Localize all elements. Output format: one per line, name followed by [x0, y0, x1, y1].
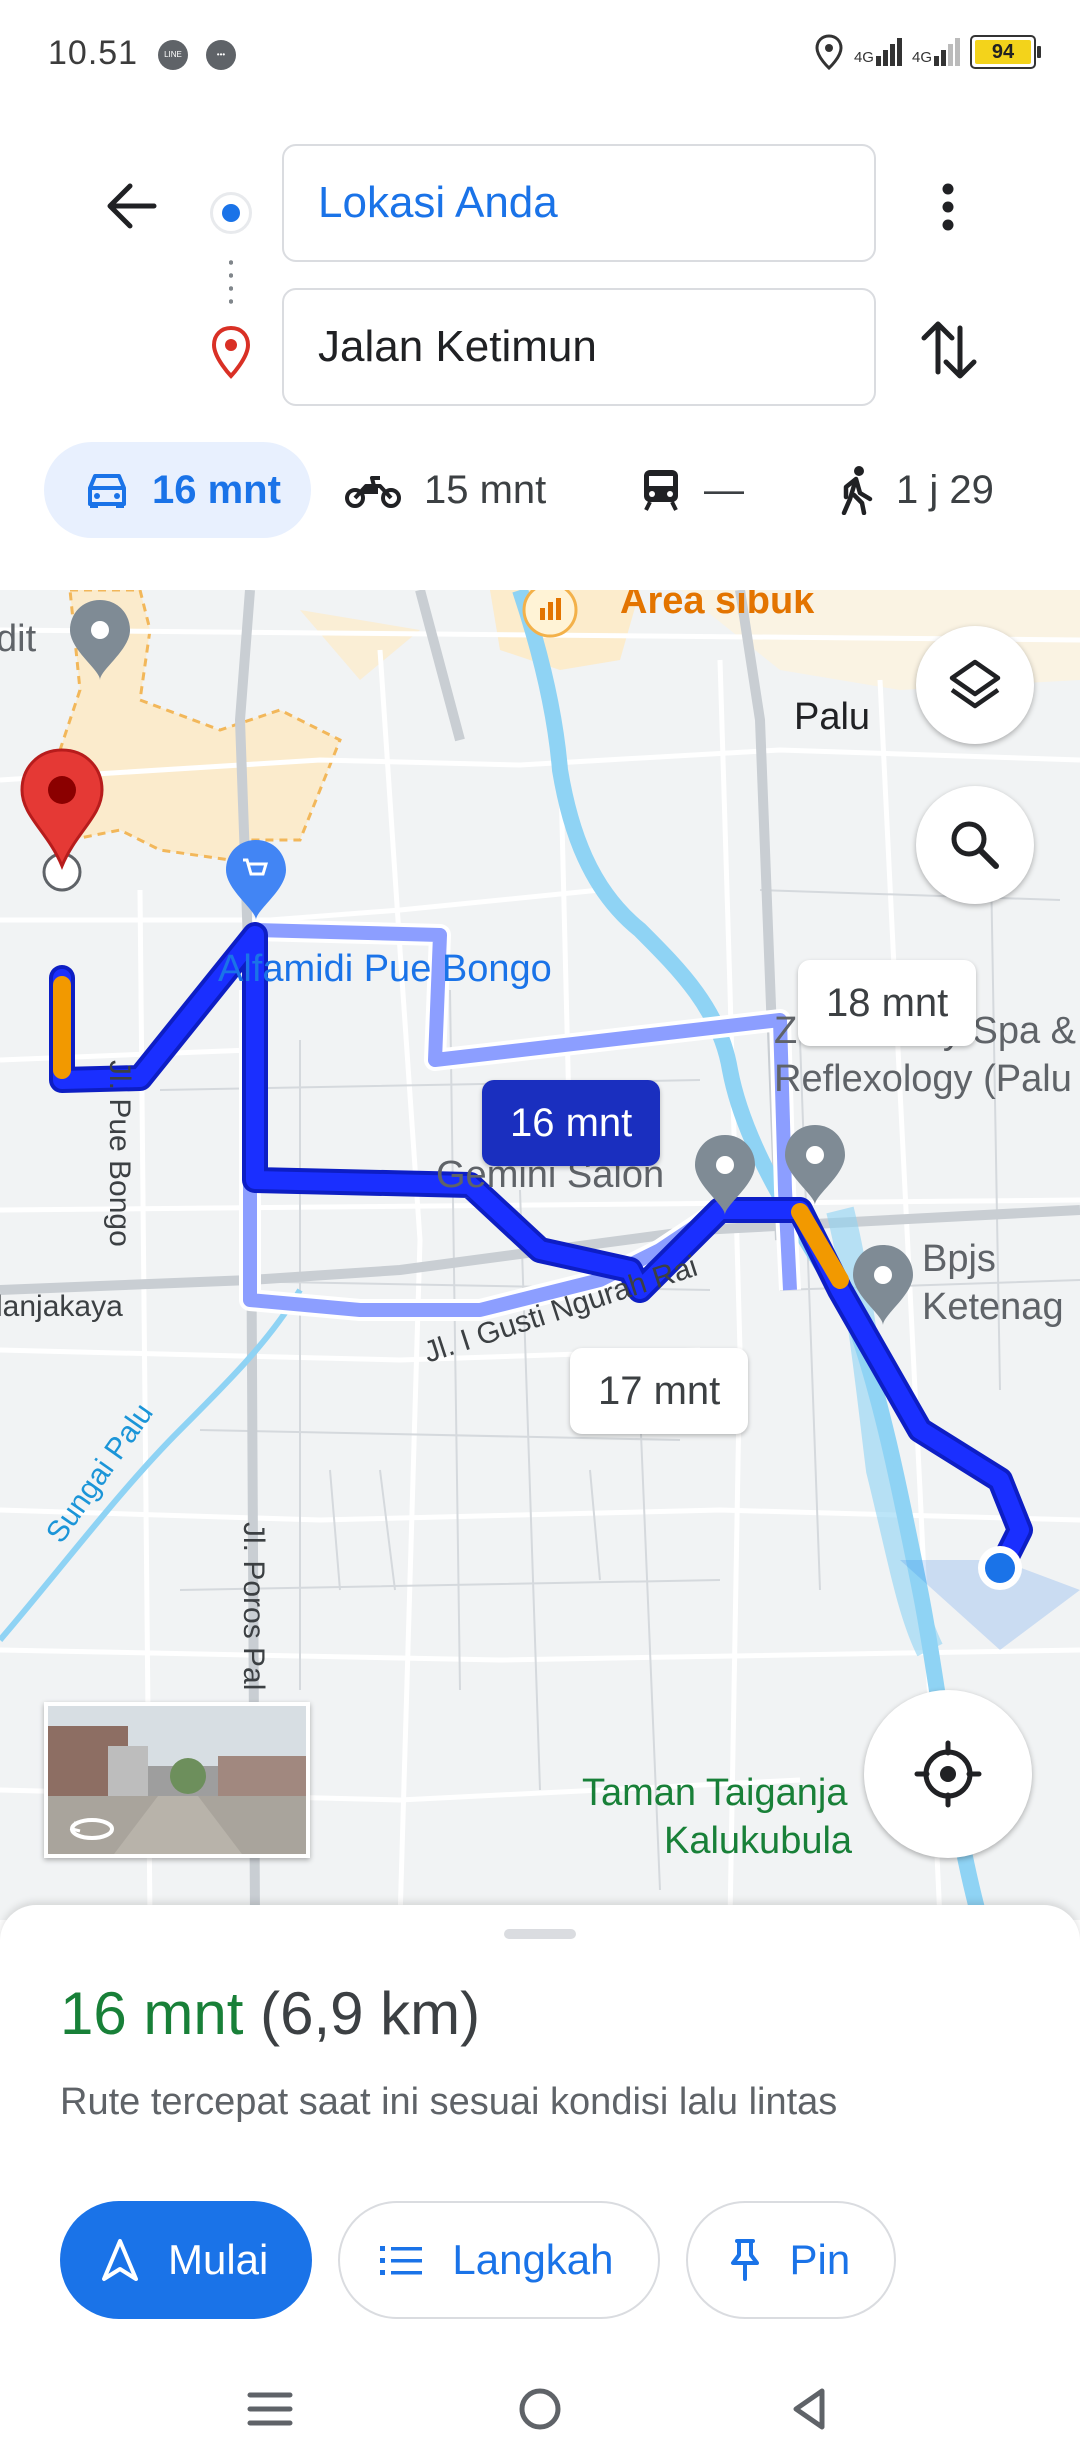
signal-strength-icon-2: 4G: [912, 38, 960, 66]
home-nav-button[interactable]: [510, 2379, 570, 2439]
route-bubble-best[interactable]: 16 mnt: [482, 1080, 661, 1166]
message-notification-icon: •••: [206, 40, 236, 70]
route-connector-dots: [229, 256, 233, 306]
road-label-poros-palu: Jl. Poros Pal: [237, 1522, 270, 1691]
route-actions: Mulai Langkah Pin: [60, 2201, 897, 2319]
tab-driving-label: 16 mnt: [152, 467, 281, 512]
status-indicators: 4G 4G 94: [814, 34, 1041, 70]
signal-strength-icon: 4G: [854, 38, 902, 66]
tab-walking-label: 1 j 29: [896, 467, 994, 512]
route-duration: 16 mnt: [60, 1980, 244, 2047]
poi-label-taman-1[interactable]: Taman Taiganja: [582, 1772, 847, 1815]
tab-transit-label: —: [704, 467, 744, 512]
more-vert-icon: [942, 183, 954, 231]
arrow-back-icon: [107, 183, 157, 229]
poi-label-alfamidi[interactable]: Alfamidi Pue Bongo: [218, 948, 552, 991]
route-details-sheet: 16 mnt (6,9 km) Rute tercepat saat ini s…: [0, 1905, 1080, 2355]
layers-button[interactable]: [916, 626, 1034, 744]
road-label-pue-bongo: Jl. Pue Bongo: [103, 1060, 136, 1247]
status-bar: 10.51 LINE ••• 4G 4G 94: [0, 0, 1080, 110]
start-navigation-button[interactable]: Mulai: [60, 2201, 313, 2319]
list-icon: [380, 2246, 423, 2275]
route-distance: (6,9 km): [260, 1980, 481, 2047]
poi-label-bpjs-2[interactable]: Ketenag: [922, 1286, 1064, 1329]
crosshair-icon: [914, 1740, 982, 1808]
start-navigation-label: Mulai: [168, 2236, 269, 2283]
transit-icon: [644, 470, 678, 511]
poi-label-bpjs-1[interactable]: Bpjs: [922, 1238, 996, 1281]
rotate-360-icon: [69, 1818, 114, 1840]
travel-mode-tabs: 16 mnt 15 mnt — 1 j 29: [0, 442, 1080, 538]
steps-button[interactable]: Langkah: [338, 2201, 660, 2319]
layers-icon: [949, 659, 1001, 709]
road-label-anjakaya: lanjakaya: [0, 1290, 123, 1323]
route-bubble-alt-2[interactable]: 17 mnt: [570, 1348, 749, 1434]
walk-icon: [841, 466, 873, 515]
street-view-thumbnail[interactable]: [44, 1702, 310, 1858]
directions-header: Lokasi Anda Jalan Ketimun 16 mnt 15 mnt …: [0, 110, 1080, 590]
battery-icon: 94: [970, 35, 1041, 69]
tab-transit[interactable]: —: [640, 442, 744, 538]
origin-input[interactable]: Lokasi Anda: [282, 144, 876, 262]
pin-label: Pin: [789, 2236, 851, 2283]
motorcycle-icon: [345, 476, 401, 508]
destination-pin-icon: [211, 325, 251, 379]
menu-nav-button[interactable]: [240, 2379, 300, 2439]
tab-motorcycle[interactable]: 15 mnt: [344, 442, 546, 538]
status-time: 10.51: [48, 34, 139, 72]
route-bubble-alt-1[interactable]: 18 mnt: [798, 960, 977, 1046]
steps-label: Langkah: [452, 2236, 614, 2283]
search-along-route-button[interactable]: [916, 786, 1034, 904]
back-nav-button[interactable]: [780, 2379, 840, 2439]
route-summary: 16 mnt (6,9 km): [60, 1979, 480, 2048]
map-view[interactable]: Area sibuk Palu dit Alfamidi Pue Bongo Z…: [0, 590, 1080, 1920]
pin-button[interactable]: Pin: [685, 2201, 897, 2319]
origin-dot-icon: [210, 192, 252, 234]
swap-locations-button[interactable]: [914, 310, 984, 390]
more-options-button[interactable]: [918, 172, 978, 242]
search-icon: [951, 821, 999, 869]
tab-driving[interactable]: 16 mnt: [44, 442, 311, 538]
poi-label-zen-spa-2[interactable]: Reflexology (Palu: [774, 1058, 1072, 1101]
sheet-drag-handle[interactable]: [504, 1929, 576, 1939]
pin-icon: [730, 2239, 759, 2281]
location-icon: [815, 34, 843, 70]
city-label-palu: Palu: [794, 696, 871, 738]
navigation-arrow-icon: [102, 2239, 138, 2281]
my-location-button[interactable]: [864, 1690, 1032, 1858]
tab-walking[interactable]: 1 j 29: [838, 442, 994, 538]
tab-motorcycle-label: 15 mnt: [424, 467, 547, 512]
route-note: Rute tercepat saat ini sesuai kondisi la…: [60, 2081, 838, 2123]
poi-label-dit: dit: [0, 618, 37, 660]
line-notification-icon: LINE: [158, 40, 188, 70]
system-navigation-bar: [0, 2355, 1080, 2460]
destination-input[interactable]: Jalan Ketimun: [282, 288, 876, 406]
busy-area-label: Area sibuk: [620, 590, 815, 622]
poi-label-taman-2[interactable]: Kalukubula: [664, 1820, 852, 1863]
swap-vert-icon: [921, 321, 977, 379]
car-icon: [88, 474, 126, 508]
back-button[interactable]: [96, 170, 168, 242]
